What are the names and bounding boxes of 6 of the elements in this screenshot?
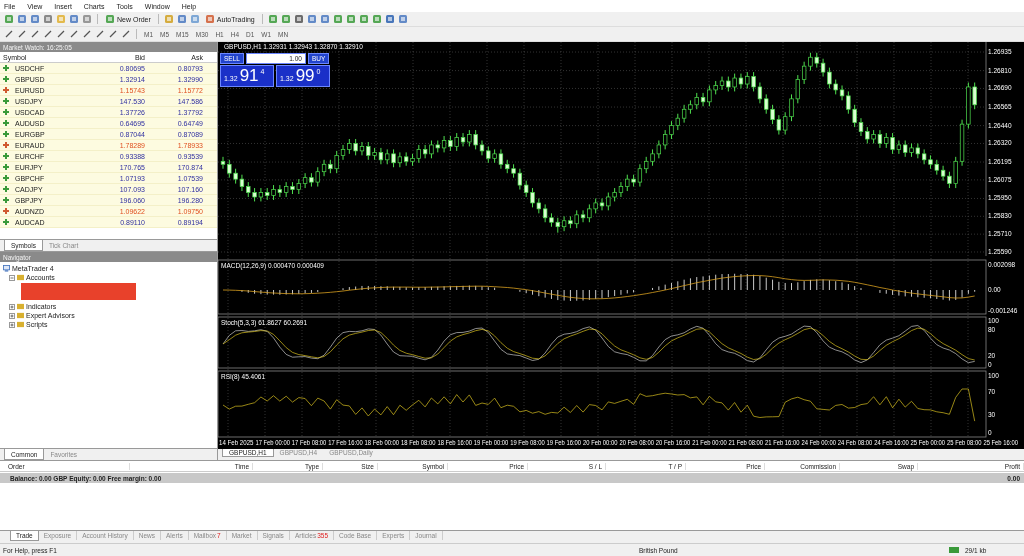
- collapse-icon[interactable]: [9, 274, 15, 281]
- expand-icon[interactable]: [9, 303, 15, 310]
- expand-icon[interactable]: [9, 312, 15, 319]
- connection-icon: [949, 547, 959, 553]
- computer-icon: [3, 265, 10, 272]
- expand-icon[interactable]: [9, 321, 15, 328]
